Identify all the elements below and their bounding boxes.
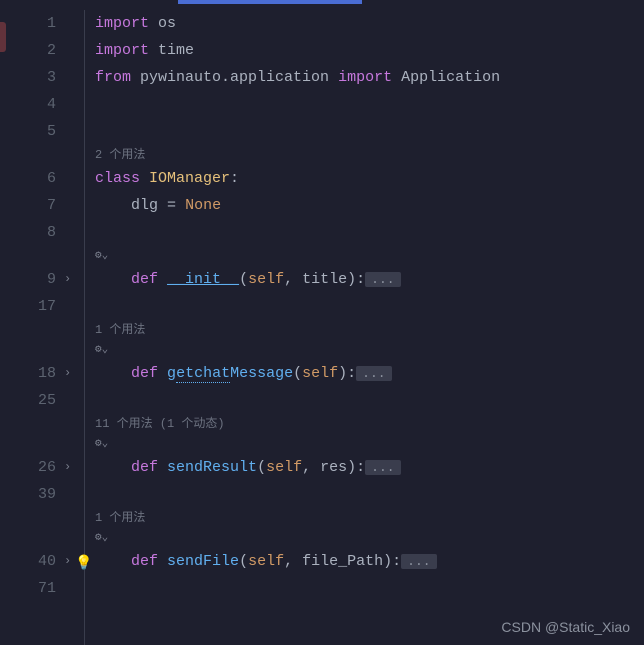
line-number: 5: [0, 118, 56, 145]
line-number: 17: [0, 293, 56, 320]
code-line[interactable]: [95, 575, 644, 602]
code-line[interactable]: import os: [95, 10, 644, 37]
scroll-indicator: [178, 0, 362, 4]
code-line[interactable]: [95, 481, 644, 508]
code-line[interactable]: [95, 387, 644, 414]
fold-ellipsis[interactable]: ...: [365, 272, 400, 287]
line-number: 71: [0, 575, 56, 602]
code-line[interactable]: from pywinauto.application import Applic…: [95, 64, 644, 91]
line-number: 7: [0, 192, 56, 219]
fold-chevron-icon[interactable]: ›: [64, 366, 71, 380]
usage-hint[interactable]: 2 个用法: [95, 145, 644, 165]
line-number: 3: [0, 64, 56, 91]
fold-ellipsis[interactable]: ...: [365, 460, 400, 475]
code-content[interactable]: import osimport timefrom pywinauto.appli…: [84, 10, 644, 645]
override-gutter-icon[interactable]: ⚙⌄: [95, 340, 644, 360]
override-gutter-icon[interactable]: ⚙⌄: [95, 528, 644, 548]
code-line[interactable]: class IOManager:: [95, 165, 644, 192]
fold-chevron-icon[interactable]: ›: [64, 460, 71, 474]
usage-hint[interactable]: 11 个用法 (1 个动态): [95, 414, 644, 434]
line-number: 6: [0, 165, 56, 192]
code-line[interactable]: import time: [95, 37, 644, 64]
code-editor: 12345 678 917 1825 2639 4071 › › › › import osim…: [0, 0, 644, 645]
code-line[interactable]: dlg = None: [95, 192, 644, 219]
line-number: 4: [0, 91, 56, 118]
usage-hint[interactable]: 1 个用法: [95, 508, 644, 528]
fold-chevron-icon[interactable]: ›: [64, 554, 71, 568]
line-number: 1: [0, 10, 56, 37]
fold-ellipsis[interactable]: ...: [401, 554, 436, 569]
override-gutter-icon[interactable]: ⚙⌄: [95, 246, 644, 266]
line-number: 40: [0, 548, 56, 575]
line-number: 18: [0, 360, 56, 387]
code-line[interactable]: def sendFile(self, file_Path):...💡: [95, 548, 644, 575]
lightbulb-icon[interactable]: 💡: [75, 551, 92, 578]
line-number: 25: [0, 387, 56, 414]
line-number: 2: [0, 37, 56, 64]
watermark-text: CSDN @Static_Xiao: [501, 619, 630, 635]
fold-gutter: › › › ›: [64, 10, 84, 645]
code-line[interactable]: def sendResult(self, res):...: [95, 454, 644, 481]
code-line[interactable]: [95, 293, 644, 320]
code-line[interactable]: [95, 118, 644, 145]
code-line[interactable]: [95, 219, 644, 246]
line-number: 8: [0, 219, 56, 246]
fold-chevron-icon[interactable]: ›: [64, 272, 71, 286]
code-line[interactable]: def __init__(self, title):...: [95, 266, 644, 293]
override-gutter-icon[interactable]: ⚙⌄: [95, 434, 644, 454]
line-number: 39: [0, 481, 56, 508]
line-number: 26: [0, 454, 56, 481]
code-line[interactable]: def getchatMessage(self):...: [95, 360, 644, 387]
usage-hint[interactable]: 1 个用法: [95, 320, 644, 340]
line-number-gutter: 12345 678 917 1825 2639 4071: [0, 10, 64, 645]
fold-ellipsis[interactable]: ...: [356, 366, 391, 381]
line-number: 9: [0, 266, 56, 293]
code-line[interactable]: [95, 91, 644, 118]
